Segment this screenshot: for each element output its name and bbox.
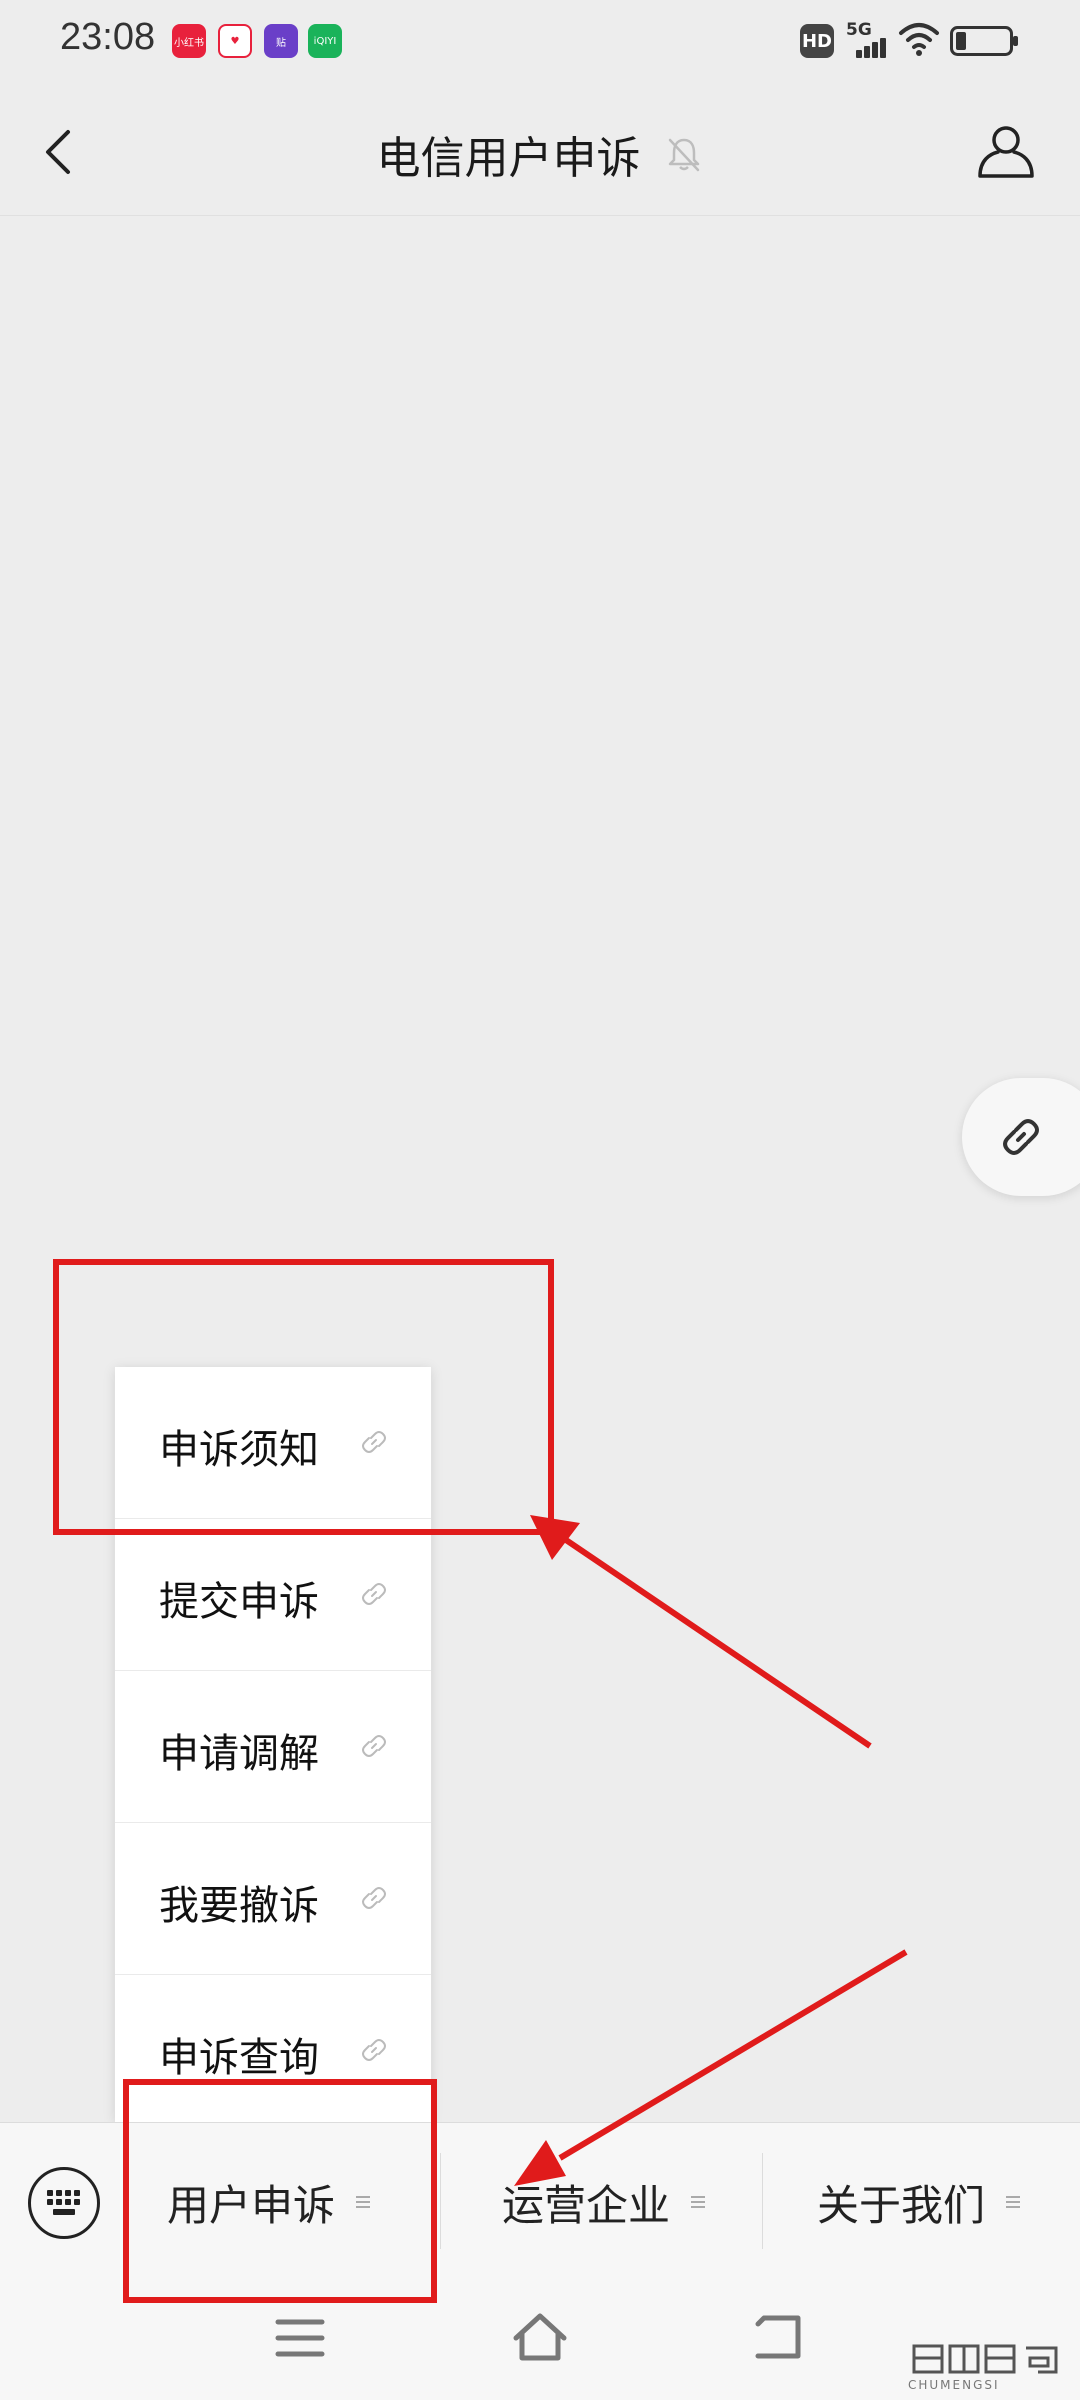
menu-label: 运营企业 bbox=[501, 2180, 670, 2230]
menu-divider bbox=[440, 2153, 441, 2249]
link-icon bbox=[362, 2039, 386, 2061]
watermark-text: CHUMENGSI bbox=[908, 2378, 1000, 2392]
menu-operators[interactable]: 运营企业 bbox=[450, 2123, 760, 2281]
back-nav-icon[interactable] bbox=[750, 2308, 810, 2368]
submenu-popup: 申诉须知 提交申诉 申请调解 我要撤诉 申诉查询 bbox=[115, 1367, 431, 2122]
submenu-item-submit-complaint[interactable]: 提交申诉 bbox=[115, 1519, 431, 1671]
location-notification-icon: ♥ bbox=[218, 24, 252, 58]
hd-icon: HD bbox=[800, 24, 834, 58]
submenu-list-icon bbox=[691, 2196, 705, 2208]
status-time: 23:08 bbox=[60, 16, 156, 58]
keyboard-icon bbox=[47, 2190, 80, 2215]
submenu-list-icon bbox=[1006, 2196, 1020, 2208]
status-bar: 23:08 小红书 ♥ 贴 iQIYI HD 5G bbox=[0, 0, 1080, 86]
link-icon bbox=[362, 1735, 386, 1757]
watermark-glyphs bbox=[912, 2344, 1058, 2374]
tieba-notification-icon: 贴 bbox=[264, 24, 298, 58]
submenu-list-icon bbox=[356, 2196, 370, 2208]
signal-icon: 5G bbox=[846, 20, 890, 58]
submenu-item-withdraw-complaint[interactable]: 我要撤诉 bbox=[115, 1823, 431, 1975]
submenu-item-label: 申诉须知 bbox=[159, 1427, 319, 1473]
iqiyi-notification-icon: iQIYI bbox=[308, 24, 342, 58]
muted-bell-icon bbox=[668, 138, 699, 172]
menu-about-us[interactable]: 关于我们 bbox=[780, 2123, 1060, 2281]
page-title: 电信用户申诉 bbox=[376, 133, 641, 184]
submenu-item-label: 我要撤诉 bbox=[159, 1883, 319, 1929]
header: 电信用户申诉 bbox=[0, 86, 1080, 216]
link-icon bbox=[362, 1583, 386, 1605]
bottom-menu-bar: 用户申诉 运营企业 关于我们 bbox=[0, 2122, 1080, 2280]
battery-icon bbox=[950, 26, 1018, 56]
wifi-icon bbox=[899, 23, 939, 56]
link-icon bbox=[1003, 1119, 1039, 1155]
link-icon bbox=[362, 1887, 386, 1909]
submenu-item-complaint-notice[interactable]: 申诉须知 bbox=[115, 1367, 431, 1519]
menu-nav-icon[interactable] bbox=[270, 2308, 330, 2368]
annotation-arrow-line bbox=[564, 1537, 872, 1749]
submenu-item-label: 申诉查询 bbox=[159, 2035, 319, 2081]
home-nav-icon[interactable] bbox=[510, 2308, 570, 2368]
menu-divider bbox=[762, 2153, 763, 2249]
floating-link-button[interactable] bbox=[962, 1078, 1080, 1196]
submenu-item-label: 申请调解 bbox=[159, 1731, 319, 1777]
title-wrap: 电信用户申诉 bbox=[0, 122, 1080, 186]
annotation-arrowhead bbox=[530, 1515, 580, 1560]
submenu-item-complaint-query[interactable]: 申诉查询 bbox=[115, 1975, 431, 2127]
xiaohongshu-notification-icon: 小红书 bbox=[172, 24, 206, 58]
profile-icon[interactable] bbox=[976, 120, 1036, 180]
keyboard-toggle-button[interactable] bbox=[28, 2167, 100, 2239]
menu-label: 关于我们 bbox=[816, 2180, 985, 2230]
submenu-item-request-mediation[interactable]: 申请调解 bbox=[115, 1671, 431, 1823]
link-icon bbox=[362, 1431, 386, 1453]
menu-label: 用户申诉 bbox=[166, 2180, 335, 2230]
submenu-item-label: 提交申诉 bbox=[159, 1579, 319, 1625]
network-type: 5G bbox=[846, 20, 872, 40]
watermark-logo: CHUMENGSI bbox=[908, 2340, 1068, 2394]
menu-user-complaint[interactable]: 用户申诉 bbox=[140, 2123, 400, 2281]
